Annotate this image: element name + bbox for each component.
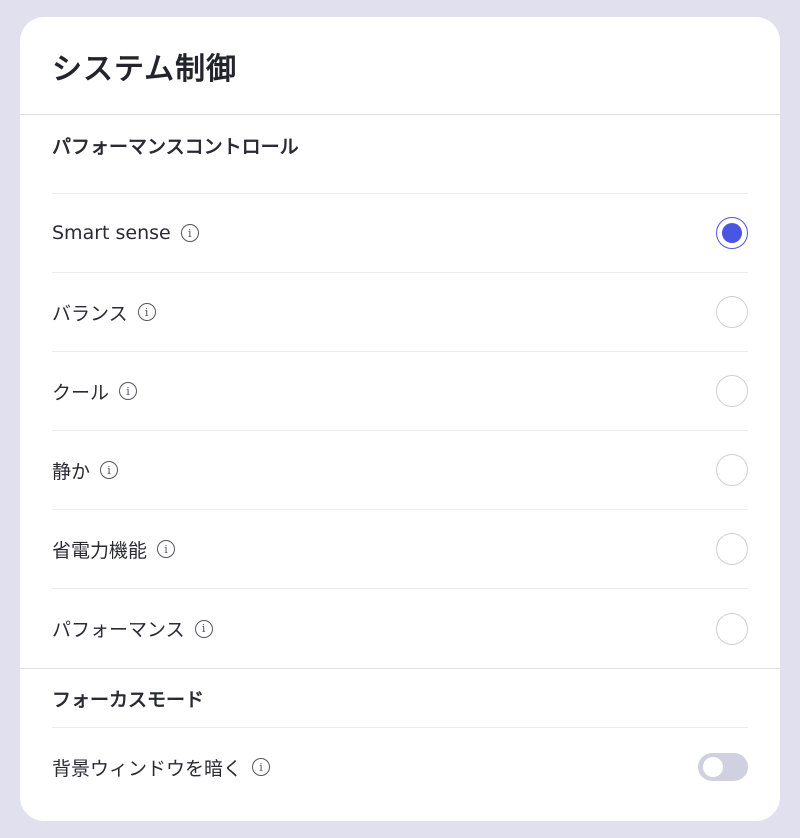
system-control-panel: システム制御 パフォーマンスコントロール Smart sense i バランス … — [20, 17, 780, 821]
performance-section-title: パフォーマンスコントロール — [52, 115, 748, 194]
toggle-knob — [703, 757, 723, 777]
info-icon[interactable]: i — [180, 224, 199, 242]
info-icon[interactable]: i — [157, 540, 176, 558]
option-label: パフォーマンス — [52, 619, 185, 641]
option-label: Smart sense — [52, 222, 171, 244]
radio-power-saving[interactable] — [716, 533, 748, 565]
radio-quiet[interactable] — [716, 454, 748, 486]
info-icon[interactable]: i — [252, 758, 271, 776]
option-label: 静か — [52, 460, 91, 483]
panel-header: システム制御 — [20, 17, 780, 115]
option-row-smart-sense[interactable]: Smart sense i — [52, 194, 748, 273]
option-label: クール — [52, 381, 110, 404]
performance-control-section: パフォーマンスコントロール Smart sense i バランス i クール i — [20, 115, 780, 669]
dim-background-label: 背景ウィンドウを暗く — [52, 757, 243, 780]
option-row-cool[interactable]: クール i — [52, 352, 748, 431]
radio-dot — [722, 223, 742, 243]
focus-section-title: フォーカスモード — [52, 669, 748, 728]
option-row-power-saving[interactable]: 省電力機能 i — [52, 510, 748, 589]
option-row-balance[interactable]: バランス i — [52, 273, 748, 352]
radio-smart-sense[interactable] — [716, 217, 748, 249]
radio-cool[interactable] — [716, 375, 748, 407]
info-icon[interactable]: i — [100, 461, 119, 479]
info-icon[interactable]: i — [194, 619, 213, 638]
dim-background-row[interactable]: 背景ウィンドウを暗く i — [52, 728, 748, 806]
radio-balance[interactable] — [716, 296, 748, 328]
option-label: 省電力機能 — [52, 539, 148, 562]
focus-mode-section: フォーカスモード 背景ウィンドウを暗く i — [20, 669, 780, 806]
radio-performance[interactable] — [716, 612, 748, 645]
option-row-quiet[interactable]: 静か i — [52, 431, 748, 510]
info-icon[interactable]: i — [119, 382, 138, 400]
panel-title: システム制御 — [52, 51, 238, 87]
dim-background-toggle[interactable] — [698, 753, 748, 781]
info-icon[interactable]: i — [137, 303, 156, 321]
option-row-performance[interactable]: パフォーマンス i — [52, 589, 748, 668]
option-label: バランス — [52, 302, 128, 325]
